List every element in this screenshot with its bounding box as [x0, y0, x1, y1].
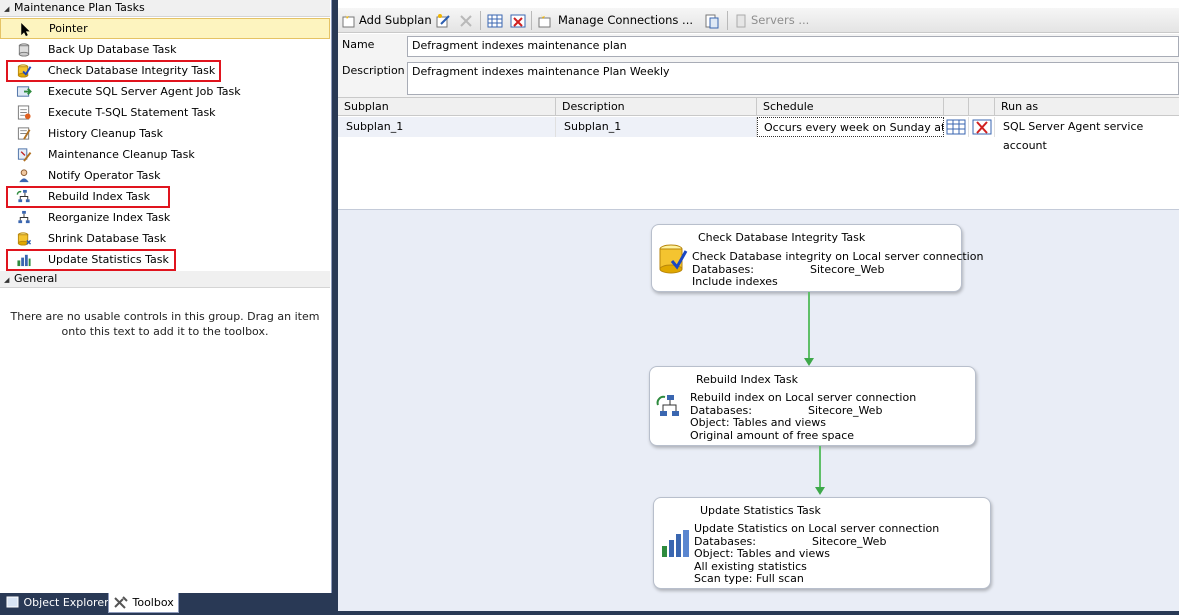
precedence-connector[interactable] [819, 446, 821, 488]
column-header-run-as[interactable]: Run as [995, 98, 1179, 116]
tool-item-execute-tsql[interactable]: Execute T-SQL Statement Task [0, 102, 330, 123]
tool-item-execute-agent-job[interactable]: Execute SQL Server Agent Job Task [0, 81, 330, 102]
manage-connections-icon [538, 14, 551, 28]
rebuild-index-icon [656, 395, 679, 416]
update-statistics-icon [662, 530, 689, 557]
add-subplan-icon [342, 14, 355, 28]
collapse-triangle-icon: ◢ [4, 5, 10, 13]
general-empty-message: There are no usable controls in this gro… [10, 310, 320, 338]
notify-operator-icon [19, 169, 29, 183]
plan-name-field[interactable]: Defragment indexes maintenance plan [407, 36, 1179, 57]
column-header-schedule[interactable]: Schedule [757, 98, 944, 116]
name-label: Name [342, 38, 375, 51]
remove-schedule-icon [972, 119, 992, 135]
tool-item-update-statistics[interactable]: Update Statistics Task [0, 249, 330, 271]
bottom-tab-strip: Object Explorer Toolbox [0, 593, 332, 615]
connector-arrow-icon [815, 487, 825, 495]
maintenance-plan-designer: Add Subplan Manage Connections ... Serve… [338, 0, 1179, 611]
designer-top-band [338, 0, 1179, 8]
tool-item-pointer[interactable]: Pointer [0, 18, 330, 39]
plan-description-field[interactable]: Defragment indexes maintenance Plan Week… [407, 62, 1179, 95]
servers-button[interactable]: Servers ... [751, 11, 809, 30]
delete-disabled-icon[interactable] [458, 13, 474, 29]
servers-icon [736, 14, 746, 28]
tool-list: Pointer Back Up Database Task Check Data… [0, 18, 330, 271]
cell-subplan[interactable]: Subplan_1 [338, 117, 556, 137]
group-header-general[interactable]: ◢ General [0, 271, 330, 288]
tool-item-back-up-database[interactable]: Back Up Database Task [0, 39, 330, 60]
cell-schedule-button[interactable] [944, 117, 969, 137]
tool-item-shrink-database[interactable]: Shrink Database Task [0, 228, 330, 249]
tool-item-notify-operator[interactable]: Notify Operator Task [0, 165, 330, 186]
update-statistics-icon [17, 254, 31, 267]
cell-schedule[interactable]: Occurs every week on Sunday at… [757, 117, 944, 137]
report-icon[interactable] [704, 13, 720, 29]
task-line: Original amount of free space [690, 428, 855, 442]
task-details: Check Database integrity on Local server… [692, 250, 983, 289]
task-details: Update Statistics on Local server connec… [694, 522, 939, 586]
designer-toolbar: Add Subplan Manage Connections ... Serve… [338, 8, 1179, 33]
tab-object-explorer[interactable]: Object Explorer [2, 593, 113, 613]
schedule-grid-icon[interactable] [487, 13, 503, 29]
task-rebuild-index[interactable]: Rebuild Index Task Rebuild index on Loca… [649, 366, 976, 446]
tool-item-maintenance-cleanup[interactable]: Maintenance Cleanup Task [0, 144, 330, 165]
precedence-connector[interactable] [808, 292, 810, 360]
add-subplan-button[interactable]: Add Subplan [359, 11, 432, 30]
cell-run-as[interactable]: SQL Server Agent service account [995, 117, 1179, 152]
column-header-subplan[interactable]: Subplan [338, 98, 556, 116]
column-header-blank-1 [944, 98, 969, 116]
reorganize-index-icon [18, 210, 30, 224]
task-line: Object: Tables and views [694, 547, 830, 560]
rebuild-index-icon [16, 189, 30, 203]
cell-description[interactable]: Subplan_1 [556, 117, 757, 137]
task-line: Include indexes [692, 275, 778, 288]
group-header-maintenance-plan-tasks[interactable]: ◢ Maintenance Plan Tasks [0, 0, 330, 17]
tool-item-rebuild-index[interactable]: Rebuild Index Task [0, 186, 330, 208]
tsql-statement-icon [17, 105, 31, 120]
tool-item-history-cleanup[interactable]: History Cleanup Task [0, 123, 330, 144]
maintenance-cleanup-icon [17, 148, 32, 162]
edit-subplan-icon[interactable] [435, 13, 451, 29]
toolbox-tools-icon [114, 596, 128, 609]
tool-item-check-database-integrity[interactable]: Check Database Integrity Task [0, 60, 330, 82]
check-integrity-icon [659, 244, 688, 274]
pointer-icon [21, 22, 30, 37]
calendar-icon [946, 119, 966, 135]
task-title: Check Database Integrity Task [698, 231, 866, 244]
task-title: Update Statistics Task [700, 504, 821, 517]
task-title: Rebuild Index Task [696, 373, 798, 386]
databases-value: Sitecore_Web [812, 534, 887, 548]
tab-toolbox[interactable]: Toolbox [108, 593, 179, 613]
databases-value: Sitecore_Web [810, 262, 885, 276]
design-surface[interactable]: Check Database Integrity Task Check Data… [338, 209, 1179, 611]
shrink-database-icon [17, 232, 32, 246]
tool-item-reorganize-index[interactable]: Reorganize Index Task [0, 207, 330, 228]
column-header-blank-2 [969, 98, 995, 116]
task-line: Scan type: Full scan [694, 572, 804, 585]
databases-value: Sitecore_Web [808, 403, 883, 417]
task-check-database-integrity[interactable]: Check Database Integrity Task Check Data… [651, 224, 983, 292]
toolbar-separator [531, 11, 532, 30]
agent-job-icon [16, 86, 32, 97]
toolbar-separator [480, 11, 481, 30]
collapse-triangle-icon: ◢ [4, 276, 10, 284]
task-line: Object: Tables and views [690, 416, 826, 429]
task-details: Rebuild index on Local server connection… [690, 391, 916, 442]
backup-database-icon [18, 43, 30, 57]
task-update-statistics[interactable]: Update Statistics Task Update Statistics… [653, 497, 991, 589]
remove-schedule-icon[interactable] [510, 13, 526, 29]
manage-connections-button[interactable]: Manage Connections ... [558, 11, 693, 30]
cell-remove-schedule-button[interactable] [969, 117, 995, 137]
subplan-grid: Subplan Description Schedule Run as Subp… [338, 97, 1179, 209]
toolbar-separator [727, 11, 728, 30]
column-header-description[interactable]: Description [556, 98, 757, 116]
connector-arrow-icon [804, 358, 814, 366]
history-cleanup-icon [17, 127, 31, 140]
object-explorer-icon [6, 596, 19, 608]
description-label: Description [342, 64, 405, 77]
check-integrity-icon [17, 64, 32, 78]
toolbox-panel: ◢ Maintenance Plan Tasks Pointer Back Up … [0, 0, 332, 593]
